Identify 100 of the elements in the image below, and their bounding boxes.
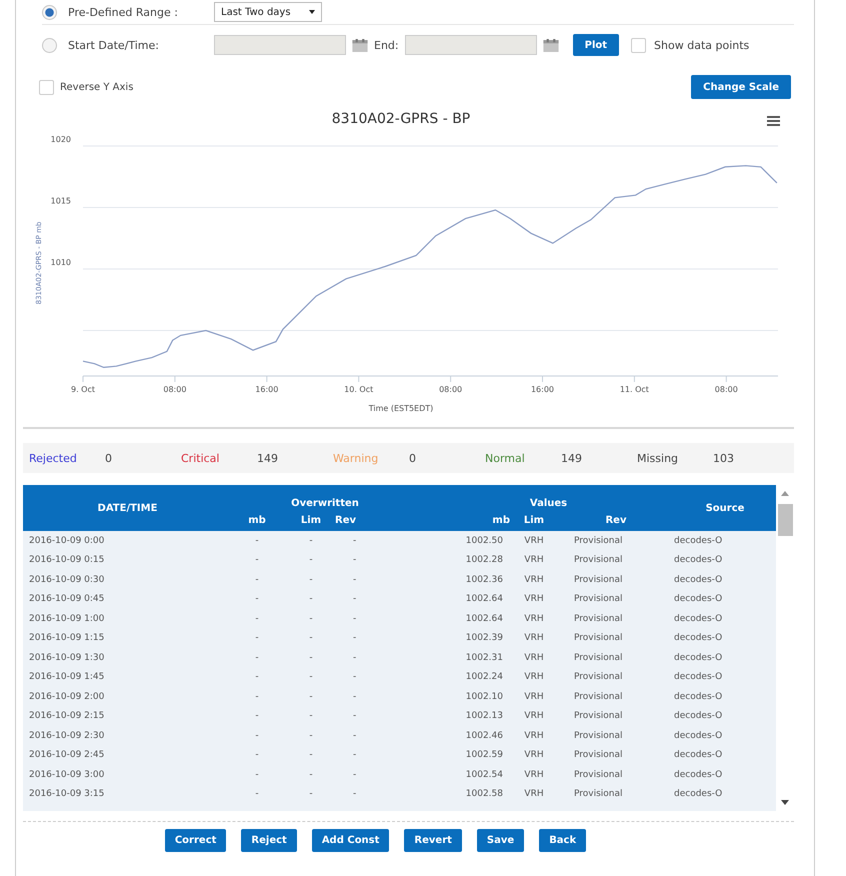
table-cell-text: -	[352, 671, 358, 684]
status-count: 103	[713, 452, 735, 464]
table-cell-text: -	[254, 788, 260, 802]
table-cell-text: -	[254, 593, 260, 606]
table-cell-text: 1002.36	[464, 574, 504, 587]
table-cell-text: 1002.31	[464, 652, 504, 665]
table-cell-text: Provisional	[573, 749, 624, 762]
x-tick-label: 16:00	[530, 385, 554, 394]
table-cell-text: VRH	[523, 768, 545, 782]
table-cell-text: Provisional	[573, 632, 624, 646]
table-cell-text: -	[254, 671, 260, 684]
table-cell-text: 1002.54	[464, 768, 504, 782]
table-cell-text: -	[352, 612, 358, 626]
table-cell-text: 1002.59	[464, 749, 504, 762]
table-cell-text: VRH	[523, 671, 545, 684]
table-cell-text: -	[308, 730, 314, 743]
table-cell-text: -	[254, 710, 260, 724]
radio-button[interactable]	[42, 4, 57, 20]
status-count: 0	[409, 452, 417, 464]
table-cell-text: Provisional	[573, 730, 624, 743]
table-cell-text: decodes-O	[674, 632, 724, 646]
table-cell-text: Provisional	[573, 593, 624, 606]
table-cell-text: VRH	[523, 574, 545, 587]
table-cell-text: decodes-O	[674, 690, 724, 704]
table-cell-text: Provisional	[573, 768, 624, 782]
table-cell-text: -	[308, 554, 314, 568]
table-cell-text: -	[352, 690, 358, 704]
column-header: Lim	[287, 509, 335, 531]
table-cell-text: -	[352, 574, 358, 587]
table-cell-text: 2016-10-09 3:00	[28, 768, 106, 782]
y-tick-label: 1020	[50, 135, 71, 144]
table-cell-text: -	[352, 652, 358, 665]
table-cell-text: -	[254, 652, 260, 665]
table-cell-text: -	[254, 749, 260, 762]
table-cell-text: 2016-10-09 2:00	[28, 690, 106, 704]
table-cell-text: -	[308, 768, 314, 782]
menu-icon[interactable]	[767, 116, 780, 126]
table-cell-text: 2016-10-09 3:15	[28, 788, 106, 802]
column-header: mb	[423, 509, 510, 531]
table-cell-text: Provisional	[573, 554, 624, 568]
action-button[interactable]: Save	[476, 829, 524, 852]
checkbox[interactable]	[39, 80, 54, 94]
table-cell-text: VRH	[523, 788, 545, 802]
scroll-thumb[interactable]	[778, 504, 792, 536]
table-cell-text: Provisional	[573, 690, 624, 704]
table-cell-text: 1002.46	[464, 730, 504, 743]
action-button[interactable]: Add Const	[312, 829, 390, 852]
table-cell-text: -	[308, 788, 314, 802]
table-cell-text: -	[254, 612, 260, 626]
x-tick-label: 9. Oct	[71, 385, 95, 394]
table-cell-text: -	[352, 554, 358, 568]
table-cell-text: 2016-10-09 2:30	[28, 730, 106, 743]
table-cell-text: decodes-O	[674, 652, 724, 665]
table-cell-text: -	[308, 632, 314, 646]
status-label: Rejected	[29, 452, 78, 464]
table-cell-text: decodes-O	[674, 749, 724, 762]
table-cell: VRH	[510, 531, 558, 550]
show-data-points-label: Show data points	[654, 38, 750, 52]
scroll-down-icon[interactable]	[781, 800, 789, 805]
table-cell-text: -	[254, 554, 260, 568]
column-header: Rev	[558, 509, 674, 531]
action-button[interactable]: Back	[539, 829, 586, 852]
table-cell-text: 1002.13	[464, 710, 504, 724]
scroll-up-icon[interactable]	[781, 491, 789, 496]
table-cell-text: -	[308, 710, 314, 724]
table-cell-text: -	[254, 730, 260, 743]
change-scale-button[interactable]: Change Scale	[691, 75, 791, 99]
plot-button[interactable]: Plot	[572, 34, 620, 56]
table-cell-text: VRH	[523, 730, 545, 743]
x-tick-label: 10. Oct	[344, 385, 374, 394]
calendar-icon[interactable]	[542, 38, 559, 52]
table-cell-text: 2016-10-09 1:30	[28, 652, 106, 665]
end-label: End:	[374, 38, 399, 52]
range-dropdown[interactable]: Last Two days	[214, 2, 322, 22]
table-cell-text: decodes-O	[674, 768, 724, 782]
table-cell-text: 2016-10-09 2:45	[28, 749, 106, 762]
table-cell-text: decodes-O	[674, 788, 724, 802]
radio-button[interactable]	[42, 38, 57, 52]
table-cell-text: -	[308, 749, 314, 762]
checkbox[interactable]	[631, 38, 646, 52]
table-cell: Provisional	[558, 531, 674, 550]
table-cell-text: decodes-O	[674, 554, 724, 568]
table-cell-text: Provisional	[573, 671, 624, 684]
table-cell: -	[335, 531, 423, 550]
status-label: Critical	[181, 452, 220, 464]
table-cell-text: -	[352, 593, 358, 606]
table-cell-text: decodes-O	[674, 710, 724, 724]
table-cell-text: Provisional	[573, 788, 624, 802]
action-button[interactable]: Correct	[164, 829, 226, 852]
table-cell-text: 2016-10-09 1:45	[28, 671, 106, 684]
table-cell-text: -	[352, 632, 358, 646]
column-group-header: Values	[423, 485, 674, 509]
column-header: Lim	[510, 509, 558, 531]
action-button[interactable]: Reject	[241, 829, 297, 852]
table-cell-text: VRH	[523, 612, 545, 626]
action-button[interactable]: Revert	[404, 829, 462, 852]
column-header: mb	[227, 509, 287, 531]
calendar-icon[interactable]	[352, 38, 368, 52]
table-cell-text: -	[352, 730, 358, 743]
table-cell-text: -	[352, 749, 358, 762]
